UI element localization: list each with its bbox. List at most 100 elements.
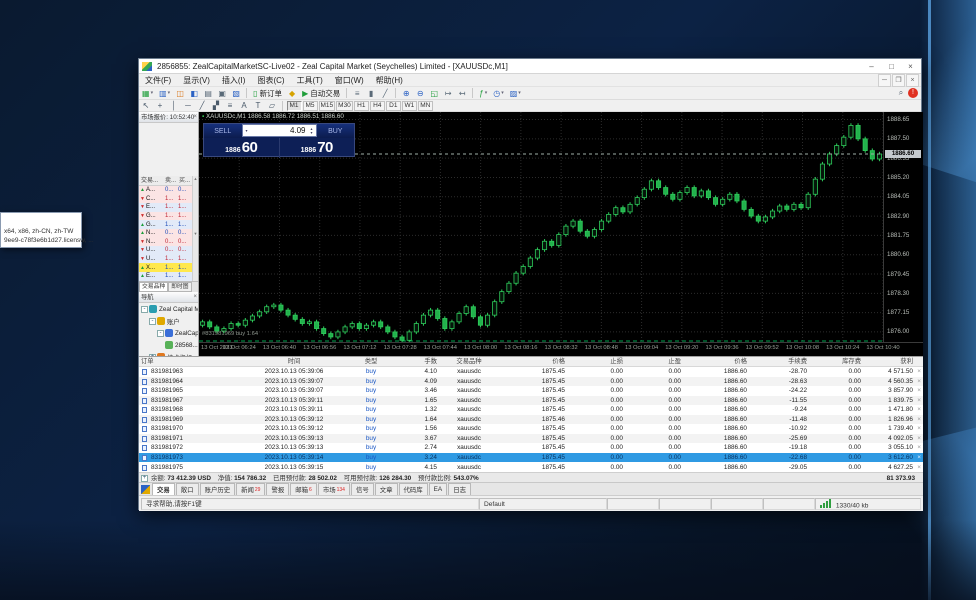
line-chart-button[interactable]: ╱: [379, 88, 391, 99]
order-row-831981970[interactable]: 8319819702023.10.13 05:39:12buy1.56xauus…: [139, 424, 923, 434]
order-row-831981964[interactable]: 8319819642023.10.13 05:39:07buy4.09xauus…: [139, 377, 923, 387]
search-icon[interactable]: ⌕: [895, 88, 907, 99]
templates-button[interactable]: ▨▾: [508, 88, 523, 99]
close-order-icon[interactable]: ×: [917, 367, 921, 377]
timeframe-w1[interactable]: W1: [402, 101, 417, 111]
timeframe-m30[interactable]: M30: [336, 101, 353, 111]
market-watch-row[interactable]: ▲A...0...0...: [139, 186, 193, 195]
chart-restore-icon[interactable]: ❐: [892, 74, 905, 87]
market-watch-toggle[interactable]: ◫: [174, 88, 186, 99]
market-watch-row[interactable]: ▼U...1...1...: [139, 255, 193, 264]
terminal-tab-3[interactable]: 新闻29: [236, 483, 265, 495]
close-order-icon[interactable]: ×: [917, 405, 921, 415]
timeframe-d1[interactable]: D1: [386, 101, 401, 111]
chart-area[interactable]: ▪ XAUUSDc,M1 1886.58 1886.72 1886.51 188…: [199, 112, 923, 356]
menu-item-1[interactable]: 显示(V): [177, 74, 216, 87]
metaeditor-button[interactable]: ◆: [286, 88, 298, 99]
orders-col-header-3[interactable]: 手数: [391, 357, 437, 367]
status-connection[interactable]: 1330/40 kb: [815, 498, 921, 510]
auto-scroll-button[interactable]: ↦: [442, 88, 454, 99]
profiles-button[interactable]: ▥▾: [157, 88, 172, 99]
cursor-tool[interactable]: ↖: [140, 100, 152, 111]
col-symbol[interactable]: 交易...: [139, 176, 165, 185]
market-watch-row[interactable]: ▲G...1...1...: [139, 220, 193, 229]
navigator-item-1[interactable]: -账户: [139, 315, 198, 327]
market-watch-row[interactable]: ▲X...1...1...: [139, 263, 193, 272]
terminal-tab-0[interactable]: 交易: [152, 483, 175, 495]
menu-item-5[interactable]: 窗口(W): [329, 74, 370, 87]
terminal-tab-7[interactable]: 信号: [351, 483, 374, 495]
navigator-close-icon[interactable]: ×: [193, 292, 197, 303]
timeframe-m1[interactable]: M1: [287, 101, 302, 111]
autotrading-button[interactable]: ▶自动交易: [300, 88, 342, 99]
new-chart-button[interactable]: ▦▾: [140, 88, 155, 99]
terminal-tab-10[interactable]: EA: [429, 483, 448, 495]
terminal-tab-11[interactable]: 日志: [448, 483, 471, 495]
order-row-831981973[interactable]: 8319819732023.10.13 05:39:14buy3.24xauus…: [139, 453, 923, 463]
volume-input[interactable]: ▾ 4.09 ▴▾: [242, 124, 317, 137]
tree-expander-icon[interactable]: -: [141, 306, 148, 313]
terminal-tab-8[interactable]: 文章: [375, 483, 398, 495]
data-window-toggle[interactable]: ◧: [188, 88, 200, 99]
navigator-item-0[interactable]: -Zeal Capital MT4: [139, 303, 198, 315]
order-row-831981963[interactable]: 8319819632023.10.13 05:39:06buy4.10xauus…: [139, 367, 923, 377]
market-watch-row[interactable]: ▼C...1...1...: [139, 195, 193, 204]
market-watch-row[interactable]: ▼N...0...0...: [139, 238, 193, 247]
order-row-831981967[interactable]: 8319819672023.10.13 05:39:11buy1.65xauus…: [139, 396, 923, 406]
volume-spinner[interactable]: ▴▾: [308, 127, 316, 135]
market-watch-caption[interactable]: 市场报价: 10:52:40 ×: [139, 112, 198, 123]
navigator-item-2[interactable]: -ZealCapita...: [139, 327, 198, 339]
timeframe-m15[interactable]: M15: [319, 101, 336, 111]
orders-col-header-7[interactable]: 止盈: [625, 357, 681, 367]
orders-col-header-10[interactable]: 库存费: [809, 357, 861, 367]
channel-tool[interactable]: ▞: [210, 100, 222, 111]
chart-minimize-icon[interactable]: ─: [878, 74, 891, 87]
buy-price[interactable]: 188670: [280, 138, 355, 158]
orders-col-header-8[interactable]: 价格: [683, 357, 747, 367]
zoom-in-button[interactable]: ⊕: [400, 88, 412, 99]
bar-chart-button[interactable]: ≡: [351, 88, 363, 99]
close-order-icon[interactable]: ×: [917, 434, 921, 444]
buy-button[interactable]: BUY: [317, 124, 355, 138]
menu-item-6[interactable]: 帮助(H): [370, 74, 409, 87]
market-watch-tab-0[interactable]: 交易品种: [139, 282, 168, 292]
vline-tool[interactable]: │: [168, 100, 180, 111]
volume-value[interactable]: 4.09: [251, 126, 308, 135]
periods-button[interactable]: ◷▾: [491, 88, 506, 99]
tree-expander-icon[interactable]: -: [149, 318, 156, 325]
orders-col-header-1[interactable]: 时间: [239, 357, 349, 367]
zoom-out-button[interactable]: ⊖: [414, 88, 426, 99]
order-row-831981972[interactable]: 8319819722023.10.13 05:39:13buy2.74xauus…: [139, 443, 923, 453]
market-watch-row[interactable]: ▼U...0...0...: [139, 246, 193, 255]
order-row-831981975[interactable]: 8319819752023.10.13 05:39:15buy4.15xauus…: [139, 463, 923, 473]
timeframe-mn[interactable]: MN: [418, 101, 433, 111]
col-buy[interactable]: 买...: [179, 176, 193, 185]
close-order-icon[interactable]: ×: [917, 396, 921, 406]
menu-item-3[interactable]: 图表(C): [251, 74, 290, 87]
sell-price[interactable]: 188660: [204, 138, 279, 158]
menu-item-4[interactable]: 工具(T): [291, 74, 329, 87]
volume-dropdown-icon[interactable]: ▾: [243, 129, 251, 133]
new-order-button[interactable]: ▯新订单: [251, 88, 284, 99]
trendline-tool[interactable]: ╱: [196, 100, 208, 111]
status-profile[interactable]: Default: [479, 498, 607, 510]
background-popup-window[interactable]: x64, x86, zh-CN, zh-TW 9ee9-c78f3e6b1d27…: [0, 212, 82, 248]
close-order-icon[interactable]: ×: [917, 463, 921, 473]
candle-chart-button[interactable]: ▮: [365, 88, 377, 99]
notification-badge-icon[interactable]: !: [908, 88, 918, 98]
terminal-toggle[interactable]: ▣: [216, 88, 228, 99]
orders-col-header-2[interactable]: 类型: [351, 357, 391, 367]
terminal-tab-5[interactable]: 邮箱6: [290, 483, 317, 495]
orders-col-header-6[interactable]: 止损: [567, 357, 623, 367]
indicators-button[interactable]: ƒ▾: [477, 88, 489, 99]
sell-button[interactable]: SELL: [204, 124, 242, 138]
minimize-button[interactable]: –: [862, 60, 881, 73]
close-button[interactable]: ×: [901, 60, 920, 73]
terminal-tab-6[interactable]: 市场134: [318, 483, 350, 495]
orders-col-header-9[interactable]: 手续费: [749, 357, 807, 367]
market-watch-row[interactable]: ▲E...1...1...: [139, 272, 193, 281]
timeframe-h1[interactable]: H1: [354, 101, 369, 111]
order-row-831981965[interactable]: 8319819652023.10.13 05:39:07buy3.46xauus…: [139, 386, 923, 396]
navigator-toggle[interactable]: ▤: [202, 88, 214, 99]
time-axis[interactable]: 13 Oct 202313 Oct 06:2413 Oct 06:4013 Oc…: [199, 342, 923, 356]
